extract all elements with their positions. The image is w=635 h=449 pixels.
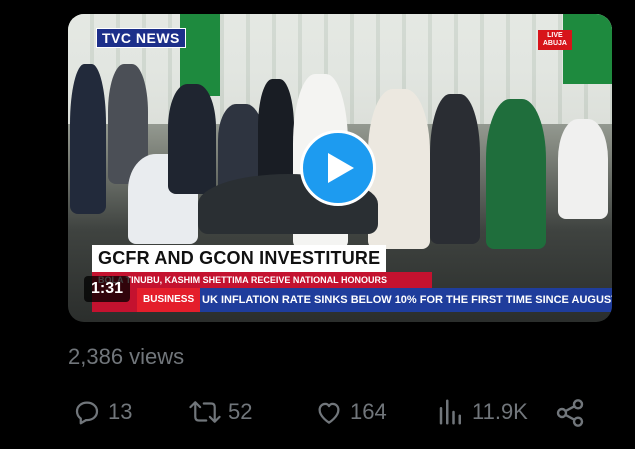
like-button[interactable]: 164 — [314, 397, 387, 427]
action-bar: 13 52 164 11.9K — [0, 397, 635, 431]
ticker-text: UK INFLATION RATE SINKS BELOW 10% FOR TH… — [202, 294, 612, 306]
repost-count: 52 — [228, 399, 253, 424]
share-button[interactable] — [554, 397, 586, 429]
ticker-category: BUSINESS — [137, 288, 201, 312]
like-count: 164 — [350, 399, 387, 424]
channel-logo: TVC NEWS — [96, 28, 186, 48]
live-badge: LIVE ABUJA — [537, 30, 572, 50]
analytics-count: 11.9K — [472, 399, 528, 424]
reply-count: 13 — [108, 399, 133, 424]
news-headline: GCFR AND GCON INVESTITURE — [92, 245, 387, 272]
live-badge-label: LIVE — [547, 32, 563, 39]
reply-button[interactable]: 13 — [72, 397, 132, 427]
share-icon — [556, 399, 584, 427]
view-count: 2,386 views — [68, 344, 185, 369]
analytics-icon — [439, 399, 461, 425]
repost-button[interactable]: 52 — [188, 397, 252, 427]
video-figure — [558, 119, 608, 219]
news-ticker: BUSINESS UK INFLATION RATE SINKS BELOW 1… — [92, 288, 612, 312]
video-figure — [70, 64, 106, 214]
video-figure — [168, 84, 216, 194]
video-player[interactable]: TVC NEWS LIVE ABUJA GCFR AND GCON INVEST… — [68, 14, 612, 322]
analytics-button[interactable]: 11.9K — [436, 397, 528, 427]
live-badge-location: ABUJA — [542, 40, 567, 47]
video-figure — [486, 99, 546, 249]
play-icon — [328, 153, 354, 183]
repost-icon — [189, 401, 221, 423]
reply-icon — [75, 401, 99, 425]
video-duration: 1:31 — [84, 276, 131, 302]
news-subheadline: BOLA TINUBU, KASHIM SHETTIMA RECEIVE NAT… — [92, 272, 432, 288]
video-figure — [430, 94, 480, 244]
play-button[interactable] — [300, 130, 376, 206]
like-icon — [318, 402, 340, 424]
